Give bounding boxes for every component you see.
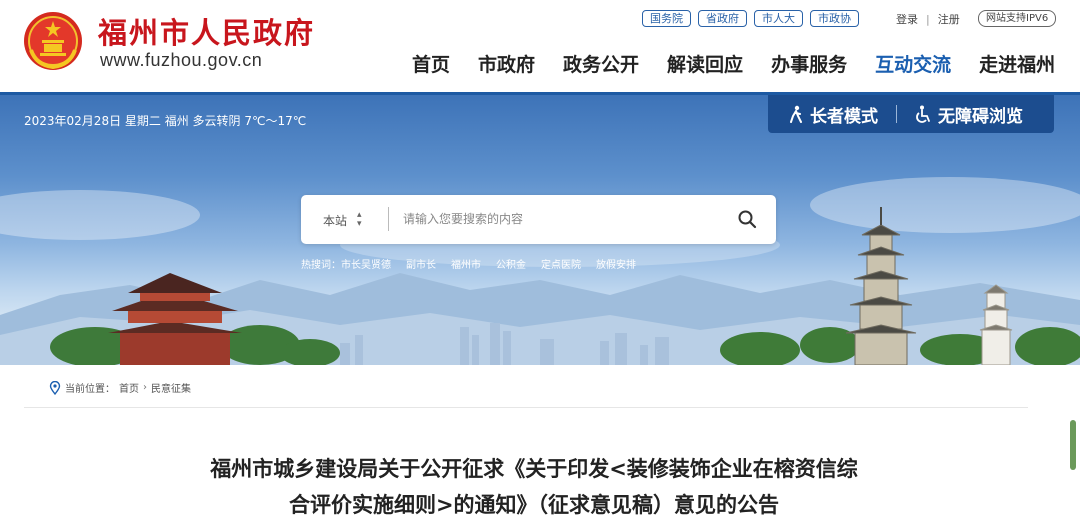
banner: 2023年02月28日 星期二 福州 多云转阴 7℃～17℃ 长者模式 无障碍浏… xyxy=(0,95,1080,365)
top-link-provincial-gov[interactable]: 省政府 xyxy=(698,10,747,27)
accessible-browse-label: 无障碍浏览 xyxy=(938,106,1023,127)
nav-gov-affairs[interactable]: 政务公开 xyxy=(563,50,639,77)
nav-interaction[interactable]: 互动交流 xyxy=(875,50,951,77)
search-icon[interactable] xyxy=(737,209,757,229)
date-weather: 2023年02月28日 星期二 福州 多云转阴 7℃～17℃ xyxy=(24,114,307,128)
top-links: 国务院 省政府 市人大 市政协 xyxy=(642,10,859,27)
search-scope-select[interactable]: 本站 ▴ ▾ xyxy=(323,211,362,229)
hot-word[interactable]: 福州市 xyxy=(451,256,481,271)
article-title-line-2: 合评价实施细则>的通知》（征求意见稿）意见的公告 xyxy=(288,493,780,517)
breadcrumb-separator: › xyxy=(143,382,147,393)
person-walking-icon xyxy=(790,105,802,123)
hot-word[interactable]: 定点医院 xyxy=(541,256,581,271)
article-title: 福州市城乡建设局关于公开征求《关于印发<装修装饰企业在榕资信综 合评价实施细则>… xyxy=(134,451,934,523)
ipv6-badge: 网站支持IPV6 xyxy=(978,10,1057,27)
hot-word[interactable]: 副市长 xyxy=(406,256,436,271)
search-scope-label: 本站 xyxy=(323,213,348,228)
breadcrumb: 当前位置： 首页 › 民意征集 xyxy=(49,380,191,395)
nav-home[interactable]: 首页 xyxy=(412,50,450,77)
nav-about-fuzhou[interactable]: 走进福州 xyxy=(979,50,1055,77)
national-emblem-icon[interactable] xyxy=(22,10,84,72)
login-link[interactable]: 登录 xyxy=(896,11,918,27)
top-link-state-council[interactable]: 国务院 xyxy=(642,10,691,27)
nav-interpretation[interactable]: 解读回应 xyxy=(667,50,743,77)
top-link-npc[interactable]: 市人大 xyxy=(754,10,803,27)
article-title-line-1: 福州市城乡建设局关于公开征求《关于印发<装修装饰企业在榕资信综 xyxy=(210,457,858,481)
breadcrumb-public-opinion[interactable]: 民意征集 xyxy=(151,380,191,395)
breadcrumb-divider xyxy=(24,407,1028,408)
register-link[interactable]: 注册 xyxy=(938,11,960,27)
site-title[interactable]: 福州市人民政府 xyxy=(98,10,315,52)
updown-arrow-icon: ▴ ▾ xyxy=(357,210,362,229)
senior-mode-button[interactable]: 长者模式 xyxy=(788,102,878,127)
login-area: 登录 | 注册 xyxy=(896,11,960,27)
hot-word[interactable]: 市长吴贤德 xyxy=(341,260,391,271)
search-input[interactable] xyxy=(403,209,723,229)
site-header: 福州市人民政府 www.fuzhou.gov.cn 国务院 省政府 市人大 市政… xyxy=(0,0,1080,92)
accessibility-bar: 长者模式 无障碍浏览 xyxy=(768,95,1054,133)
page-scrollbar[interactable] xyxy=(1070,420,1076,470)
breadcrumb-label: 当前位置： xyxy=(65,384,115,395)
nav-city-gov[interactable]: 市政府 xyxy=(478,50,535,77)
wheelchair-icon xyxy=(916,105,930,123)
access-separator xyxy=(896,105,897,123)
hot-words-label: 热搜词：市长吴贤德 xyxy=(301,260,391,271)
hot-word[interactable]: 放假安排 xyxy=(596,256,636,271)
login-separator: | xyxy=(926,12,930,26)
search-divider xyxy=(388,207,389,231)
main-nav: 首页 市政府 政务公开 解读回应 办事服务 互动交流 走进福州 xyxy=(412,50,1055,77)
nav-services[interactable]: 办事服务 xyxy=(771,50,847,77)
breadcrumb-home[interactable]: 首页 xyxy=(119,380,139,395)
location-pin-icon xyxy=(49,380,61,395)
top-link-cppcc[interactable]: 市政协 xyxy=(810,10,859,27)
search-box: 本站 ▴ ▾ xyxy=(301,195,776,244)
hot-word[interactable]: 公积金 xyxy=(496,256,526,271)
article-container: 当前位置： 首页 › 民意征集 福州市城乡建设局关于公开征求《关于印发<装修装饰… xyxy=(24,365,1028,528)
hot-words: 热搜词：市长吴贤德 副市长 福州市 公积金 定点医院 放假安排 xyxy=(301,256,636,271)
site-url[interactable]: www.fuzhou.gov.cn xyxy=(100,50,262,71)
senior-mode-label: 长者模式 xyxy=(810,106,878,127)
accessible-browse-button[interactable]: 无障碍浏览 xyxy=(914,102,1023,127)
